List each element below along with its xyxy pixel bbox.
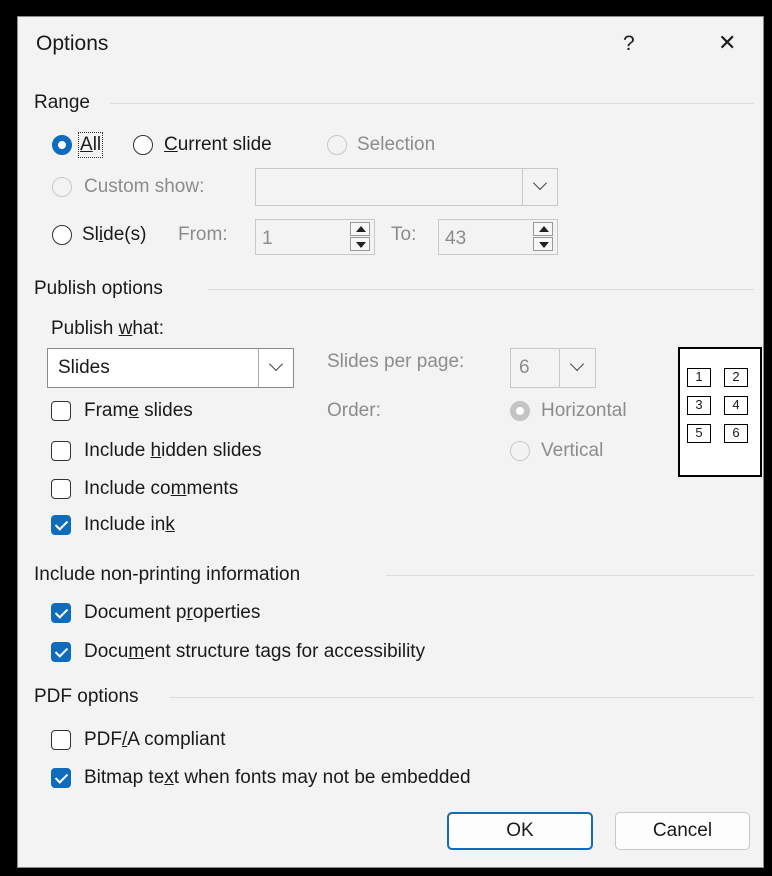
cancel-button[interactable]: Cancel: [615, 812, 750, 850]
to-label: To:: [391, 224, 417, 245]
structure-tags-checkbox[interactable]: [51, 642, 71, 662]
preview-cell: 5: [687, 424, 711, 443]
slides-per-page-value: 6: [519, 357, 530, 378]
publish-divider: [208, 289, 754, 290]
options-dialog: Options ? ✕ Range All Current slide Sele…: [17, 16, 764, 868]
range-header: Range: [34, 92, 90, 113]
spin-up-icon[interactable]: [533, 222, 553, 236]
chevron-down-icon: [532, 175, 548, 191]
dialog-title: Options: [36, 32, 109, 55]
bitmap-text-label[interactable]: Bitmap text when fonts may not be embedd…: [84, 766, 471, 790]
preview-cell: 6: [724, 424, 748, 443]
include-ink-checkbox[interactable]: [51, 515, 71, 535]
non-printing-divider: [386, 575, 754, 576]
include-hidden-slides-label[interactable]: Include hidden slides: [84, 439, 261, 463]
preview-cell: 4: [724, 396, 748, 415]
range-divider: [110, 103, 754, 104]
spin-up-icon[interactable]: [350, 222, 370, 236]
order-vertical-label: Vertical: [541, 440, 604, 461]
include-ink-label[interactable]: Include ink: [84, 513, 175, 537]
from-spinner[interactable]: 1: [255, 219, 375, 255]
frame-slides-label[interactable]: Frame slides: [84, 399, 193, 423]
range-slides-label[interactable]: Slide(s): [82, 223, 146, 247]
include-comments-checkbox[interactable]: [51, 479, 71, 499]
frame-slides-checkbox[interactable]: [51, 401, 71, 421]
range-current-slide-label[interactable]: Current slide: [164, 133, 272, 157]
include-hidden-slides-checkbox[interactable]: [51, 441, 71, 461]
range-current-slide-radio[interactable]: [133, 135, 153, 155]
to-value: 43: [445, 228, 467, 249]
range-slides-radio[interactable]: [52, 225, 72, 245]
order-horizontal-radio[interactable]: [510, 401, 530, 421]
help-button[interactable]: ?: [623, 32, 635, 56]
publish-what-dropdown[interactable]: Slides: [47, 348, 294, 388]
custom-show-dropdown[interactable]: [255, 168, 558, 206]
range-all-radio[interactable]: [52, 135, 72, 155]
range-custom-show-radio[interactable]: [52, 177, 72, 197]
preview-cell: 3: [687, 396, 711, 415]
order-label: Order:: [327, 400, 381, 421]
range-all-label[interactable]: All: [77, 132, 104, 158]
from-value: 1: [262, 228, 273, 249]
document-properties-checkbox[interactable]: [51, 603, 71, 623]
range-selection-label: Selection: [357, 134, 436, 155]
slides-per-page-dropdown[interactable]: 6: [510, 348, 596, 388]
publish-options-header: Publish options: [34, 278, 163, 299]
chevron-down-icon: [268, 356, 284, 372]
pdfa-compliant-label[interactable]: PDF/A compliant: [84, 728, 226, 752]
include-comments-label[interactable]: Include comments: [84, 477, 238, 501]
range-custom-show-label: Custom show:: [84, 176, 205, 197]
preview-cell: 1: [687, 368, 711, 387]
to-spinner[interactable]: 43: [438, 219, 558, 255]
ok-button[interactable]: OK: [447, 812, 593, 850]
chevron-down-icon: [569, 356, 585, 372]
structure-tags-label[interactable]: Document structure tags for accessibilit…: [84, 640, 425, 664]
publish-what-value: Slides: [58, 357, 110, 378]
preview-cell: 2: [724, 368, 748, 387]
spin-down-icon[interactable]: [350, 237, 370, 251]
document-properties-label[interactable]: Document properties: [84, 601, 260, 625]
from-label: From:: [178, 224, 228, 245]
order-vertical-radio[interactable]: [510, 441, 530, 461]
bitmap-text-checkbox[interactable]: [51, 768, 71, 788]
close-icon[interactable]: ✕: [718, 31, 736, 55]
range-selection-radio[interactable]: [327, 135, 347, 155]
pdf-options-header: PDF options: [34, 686, 139, 707]
order-horizontal-label: Horizontal: [541, 400, 627, 421]
pdf-divider: [170, 697, 754, 698]
pdfa-compliant-checkbox[interactable]: [51, 730, 71, 750]
page-layout-preview: 1 2 3 4 5 6: [678, 347, 762, 477]
publish-what-label: Publish what:: [51, 318, 165, 339]
slides-per-page-label: Slides per page:: [327, 351, 465, 372]
spin-down-icon[interactable]: [533, 237, 553, 251]
non-printing-info-header: Include non-printing information: [34, 564, 301, 585]
